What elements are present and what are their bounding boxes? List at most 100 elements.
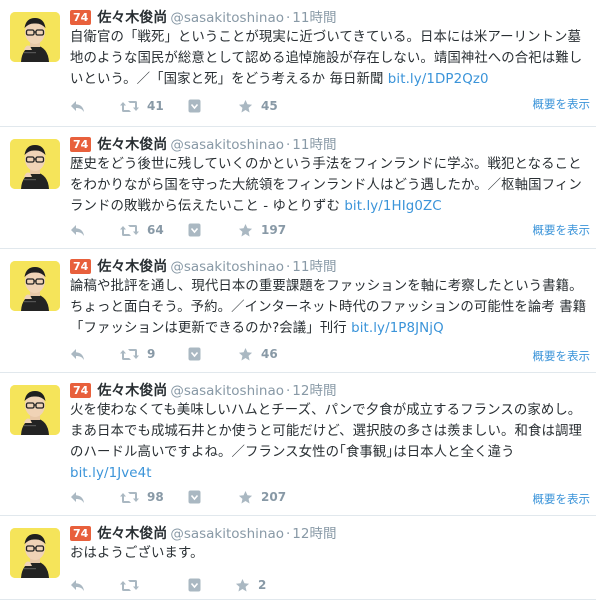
tweet[interactable]: 74 佐々木俊尚 @sasakitoshinao · 11時間 自衛官の「戦死」ということ…: [0, 0, 596, 127]
retweet-icon: [120, 491, 139, 504]
more-button[interactable]: [188, 576, 201, 594]
tweet-header: 74 佐々木俊尚 @sasakitoshinao · 11時間: [70, 258, 336, 276]
retweet-icon: [120, 579, 139, 592]
tweet-text: 火を使わなくても美味しいハムとチーズ、パンで夕食が成立するフランスの家めし。まあ…: [70, 400, 592, 484]
retweet-count: 41: [147, 99, 164, 113]
tweet-actions: 9 46: [70, 345, 400, 363]
tweet-actions: 98 207: [70, 488, 400, 506]
reply-icon: [70, 491, 85, 504]
unread-count-badge: 74: [70, 526, 92, 541]
author-handle[interactable]: @sasakitoshinao: [170, 137, 284, 153]
author-name[interactable]: 佐々木俊尚: [97, 383, 167, 399]
tweet-header: 74 佐々木俊尚 @sasakitoshinao · 12時間: [70, 525, 336, 543]
tweet-text: 自衛官の「戦死」ということが現実に近づいてきている。日本には米アーリントン墓地の…: [70, 27, 592, 90]
retweet-count: 64: [147, 223, 164, 237]
tweet-text: おはようございます。: [70, 543, 592, 564]
tweet-timestamp[interactable]: 11時間: [292, 10, 336, 26]
favorite-button[interactable]: 45: [238, 97, 278, 115]
tweet[interactable]: 74 佐々木俊尚 @sasakitoshinao · 11時間論稿や批評を通し、現代日本…: [0, 249, 596, 373]
user-avatar-icon[interactable]: [10, 528, 60, 578]
reply-button[interactable]: [70, 345, 85, 363]
tweet-header: 74 佐々木俊尚 @sasakitoshinao · 11時間: [70, 136, 336, 154]
tweet-timestamp[interactable]: 11時間: [292, 259, 336, 275]
favorite-count: 2: [258, 578, 267, 592]
tweet-actions: 2: [70, 576, 400, 594]
retweet-button[interactable]: 9: [120, 345, 155, 363]
tweet-header: 74 佐々木俊尚 @sasakitoshinao · 11時間: [70, 9, 336, 27]
author-name[interactable]: 佐々木俊尚: [97, 10, 167, 26]
star-icon: [238, 223, 253, 238]
tweet-body: 論稿や批評を通し、現代日本の重要課題をファッションを軸に考察したという書籍。ちょ…: [70, 279, 587, 336]
retweet-icon: [120, 224, 139, 237]
separator-dot: ·: [285, 259, 291, 275]
user-avatar-icon[interactable]: [10, 12, 60, 62]
author-name[interactable]: 佐々木俊尚: [97, 526, 167, 542]
star-icon: [238, 490, 253, 505]
tweet[interactable]: 74 佐々木俊尚 @sasakitoshinao · 12時間おはようございます。 2: [0, 516, 596, 600]
more-icon: [188, 347, 201, 361]
tweet-text: 歴史をどう後世に残していくのかという手法をフィンランドに学ぶ。戦犯となることをわ…: [70, 154, 592, 217]
reply-icon: [70, 100, 85, 113]
separator-dot: ·: [285, 383, 291, 399]
tweet-body: 火を使わなくても美味しいハムとチーズ、パンで夕食が成立するフランスの家めし。まあ…: [70, 403, 582, 460]
retweet-button[interactable]: 98: [120, 488, 164, 506]
tweet-text: 論稿や批評を通し、現代日本の重要課題をファッションを軸に考察したという書籍。ちょ…: [70, 276, 592, 339]
favorite-button[interactable]: 46: [238, 345, 278, 363]
more-icon: [188, 223, 201, 237]
expand-summary-link[interactable]: 概要を表示: [533, 348, 591, 364]
user-avatar-icon[interactable]: [10, 385, 60, 435]
favorite-count: 46: [261, 347, 278, 361]
retweet-button[interactable]: 64: [120, 221, 164, 239]
author-handle[interactable]: @sasakitoshinao: [170, 383, 284, 399]
author-name[interactable]: 佐々木俊尚: [97, 259, 167, 275]
favorite-button[interactable]: 207: [238, 488, 286, 506]
separator-dot: ·: [285, 137, 291, 153]
more-button[interactable]: [188, 345, 201, 363]
tweet-timestamp[interactable]: 11時間: [292, 137, 336, 153]
tweet-body: おはようございます。: [70, 546, 204, 561]
reply-button[interactable]: [70, 221, 85, 239]
user-avatar-icon[interactable]: [10, 261, 60, 311]
favorite-button[interactable]: 2: [235, 576, 266, 594]
unread-count-badge: 74: [70, 10, 92, 25]
tweet-link[interactable]: bit.ly/1P8JNjQ: [351, 321, 444, 336]
expand-summary-link[interactable]: 概要を表示: [533, 491, 591, 507]
tweet-timestamp[interactable]: 12時間: [292, 383, 336, 399]
reply-button[interactable]: [70, 576, 85, 594]
favorite-button[interactable]: 197: [238, 221, 286, 239]
separator-dot: ·: [285, 526, 291, 542]
retweet-icon: [120, 348, 139, 361]
expand-summary-link[interactable]: 概要を表示: [533, 96, 591, 112]
unread-count-badge: 74: [70, 259, 92, 274]
timeline-feed: 74 佐々木俊尚 @sasakitoshinao · 11時間 自衛官の「戦死」ということ…: [0, 0, 596, 600]
author-name[interactable]: 佐々木俊尚: [97, 137, 167, 153]
retweet-button[interactable]: 41: [120, 97, 164, 115]
tweet-link[interactable]: bit.ly/1Jve4t: [70, 466, 152, 481]
reply-icon: [70, 348, 85, 361]
user-avatar-icon[interactable]: [10, 139, 60, 189]
tweet-body: 自衛官の「戦死」ということが現実に近づいてきている。日本には米アーリントン墓地の…: [70, 30, 583, 87]
author-handle[interactable]: @sasakitoshinao: [170, 526, 284, 542]
more-icon: [188, 490, 201, 504]
more-button[interactable]: [188, 97, 201, 115]
author-handle[interactable]: @sasakitoshinao: [170, 10, 284, 26]
star-icon: [235, 578, 250, 593]
reply-button[interactable]: [70, 97, 85, 115]
tweet-actions: 41 45: [70, 97, 400, 115]
tweet-body: 歴史をどう後世に残していくのかという手法をフィンランドに学ぶ。戦犯となることをわ…: [70, 157, 582, 214]
retweet-button[interactable]: [120, 576, 139, 594]
expand-summary-link[interactable]: 概要を表示: [533, 222, 591, 238]
more-button[interactable]: [188, 221, 201, 239]
more-button[interactable]: [188, 488, 201, 506]
author-handle[interactable]: @sasakitoshinao: [170, 259, 284, 275]
favorite-count: 197: [261, 223, 287, 237]
tweet-timestamp[interactable]: 12時間: [292, 526, 336, 542]
tweet-link[interactable]: bit.ly/1HIg0ZC: [344, 199, 441, 214]
tweet[interactable]: 74 佐々木俊尚 @sasakitoshinao · 12時間 火を使わなくても美味しいハ…: [0, 373, 596, 516]
reply-icon: [70, 579, 85, 592]
tweet-actions: 64 197: [70, 221, 400, 239]
tweet-link[interactable]: bit.ly/1DP2Qz0: [388, 72, 489, 87]
tweet[interactable]: 74 佐々木俊尚 @sasakitoshinao · 11時間歴史をどう後世に残していく…: [0, 127, 596, 249]
reply-button[interactable]: [70, 488, 85, 506]
favorite-count: 45: [261, 99, 278, 113]
